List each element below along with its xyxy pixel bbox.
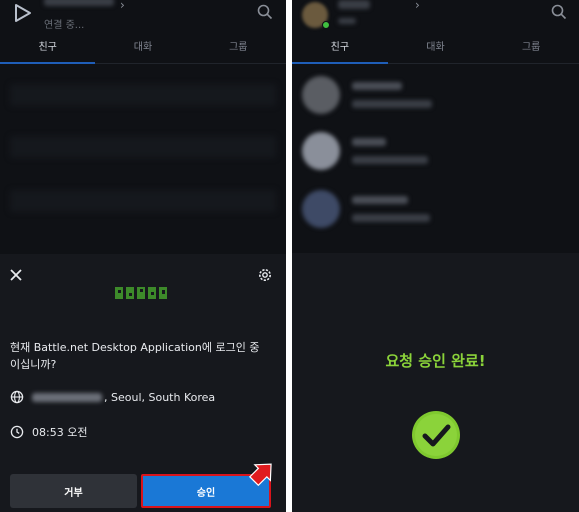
login-question-text: 현재 Battle.net Desktop Application에 로그인 중… [10, 341, 260, 371]
blurred-pixel-logo [115, 287, 167, 299]
top-bar: › 연결 중... [0, 0, 286, 36]
avatar [302, 132, 340, 170]
settings-gear-icon[interactable] [256, 266, 274, 284]
tab-friends[interactable]: 친구 [0, 38, 96, 64]
search-icon[interactable] [550, 3, 568, 21]
search-icon[interactable] [256, 3, 274, 21]
checkmark-circle-icon [412, 411, 460, 459]
blurred-contact-name [352, 138, 386, 146]
online-status-dot [322, 21, 330, 29]
avatar [302, 190, 340, 228]
chevron-right-icon[interactable]: › [120, 0, 125, 12]
time-row: 08:53 오전 [10, 424, 87, 440]
tab-groups[interactable]: 그룹 [483, 38, 579, 63]
location-row: , Seoul, South Korea [10, 390, 215, 404]
time-text: 08:53 오전 [32, 426, 88, 439]
list-item[interactable] [300, 72, 571, 124]
tab-chats[interactable]: 대화 [95, 38, 190, 63]
deny-button[interactable]: 거부 [10, 474, 137, 508]
blurred-contact-name [352, 82, 402, 90]
connection-status: 연결 중... [44, 20, 85, 31]
tab-groups[interactable]: 그룹 [191, 38, 286, 63]
blurred-status [338, 18, 356, 24]
top-bar: › [292, 0, 579, 36]
avatar [302, 76, 340, 114]
chevron-right-icon[interactable]: › [415, 0, 420, 12]
tab-bar: 친구 대화 그룹 [292, 38, 579, 64]
left-phone-screen: › 연결 중... 친구 대화 그룹 현재 Battle.net Desktop… [0, 0, 286, 512]
location-text: Seoul, South Korea [111, 390, 216, 404]
list-item[interactable] [300, 128, 571, 180]
blurred-list-row [10, 84, 276, 106]
list-item[interactable] [300, 186, 571, 238]
close-icon[interactable] [7, 266, 25, 284]
blurred-contact-status [352, 156, 428, 164]
blurred-contact-status [352, 100, 432, 108]
blurred-contact-status [352, 214, 430, 222]
right-phone-screen: › 친구 대화 그룹 요청 승인 완료! [292, 0, 579, 512]
blurred-list-row [10, 190, 276, 212]
clock-icon [10, 425, 24, 439]
blurred-username [44, 0, 114, 6]
approval-complete-panel [292, 253, 579, 512]
blurred-contact-name [352, 196, 408, 204]
battlenet-logo-icon [15, 4, 31, 22]
tab-bar: 친구 대화 그룹 [0, 38, 286, 64]
tab-friends[interactable]: 친구 [292, 38, 388, 64]
red-pointer-arrow-icon [249, 463, 272, 487]
approval-complete-text: 요청 승인 완료! [385, 352, 486, 370]
blurred-list-row [10, 136, 276, 158]
globe-icon [10, 390, 24, 404]
blurred-location-detail [32, 392, 102, 402]
blurred-username [338, 0, 370, 9]
tab-chats[interactable]: 대화 [388, 38, 484, 63]
